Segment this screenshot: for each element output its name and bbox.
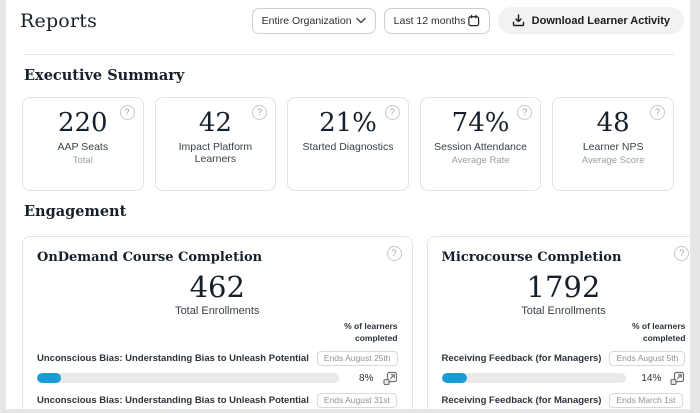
progress-track — [442, 373, 627, 383]
stat-sublabel: Total — [26, 155, 140, 166]
total-enrollments-label: Total Enrollments — [37, 305, 398, 317]
help-icon[interactable]: ? — [385, 105, 400, 120]
course-name: Receiving Feedback (for Managers) — [442, 353, 602, 364]
progress-fill — [442, 373, 468, 383]
course-name: Unconscious Bias: Understanding Bias to … — [37, 353, 309, 364]
stat-label: Learner NPS — [556, 141, 670, 153]
calendar-icon — [467, 14, 480, 27]
stat-card-impact-platform-learners: ? 42 Impact Platform Learners — [155, 97, 277, 191]
executive-summary-heading: Executive Summary — [24, 67, 672, 84]
page-header: Reports Entire Organization Last 12 mont… — [6, 0, 690, 34]
stat-sublabel — [291, 155, 405, 166]
stat-sublabel — [159, 167, 273, 178]
stat-label: Started Diagnostics — [291, 141, 405, 153]
course-name: Receiving Feedback (for Managers) — [442, 395, 602, 406]
stat-card-aap-seats: ? 220 AAP Seats Total — [22, 97, 144, 191]
course-row: Unconscious Bias: Understanding Bias to … — [37, 393, 398, 409]
screenshot-canvas: Reports Entire Organization Last 12 mont… — [0, 0, 700, 413]
course-row: Receiving Feedback (for Managers) Ends M… — [442, 393, 686, 409]
course-end-date-badge: Ends August 25th — [317, 351, 398, 366]
download-learner-activity-button[interactable]: Download Learner Activity — [498, 7, 684, 34]
total-enrollments-value: 462 — [37, 272, 398, 304]
stat-label: AAP Seats — [26, 141, 140, 153]
course-row: Receiving Feedback (for Managers) Ends A… — [442, 351, 686, 386]
stat-card-started-diagnostics: ? 21% Started Diagnostics — [287, 97, 409, 191]
ondemand-course-completion-card: ? OnDemand Course Completion 462 Total E… — [22, 236, 413, 409]
open-in-popup-icon[interactable] — [670, 371, 685, 386]
total-enrollments-label: Total Enrollments — [442, 305, 686, 317]
stat-card-learner-nps: ? 48 Learner NPS Average Score — [552, 97, 674, 191]
help-icon[interactable]: ? — [387, 246, 402, 261]
course-name: Unconscious Bias: Understanding Bias to … — [37, 395, 309, 406]
help-icon[interactable]: ? — [674, 246, 689, 261]
progress-percent: 8% — [348, 373, 374, 384]
open-in-popup-icon[interactable] — [383, 371, 398, 386]
organization-filter-dropdown[interactable]: Entire Organization — [252, 8, 376, 34]
download-button-label: Download Learner Activity — [532, 15, 670, 27]
header-divider — [24, 54, 674, 55]
engagement-heading: Engagement — [24, 203, 672, 220]
date-range-value: Last 12 months — [394, 15, 466, 27]
reports-page: Reports Entire Organization Last 12 mont… — [6, 0, 690, 409]
microcourse-completion-card: ? Microcourse Completion 1792 Total Enro… — [427, 236, 691, 409]
total-enrollments-value: 1792 — [442, 272, 686, 304]
course-row: Unconscious Bias: Understanding Bias to … — [37, 351, 398, 386]
stat-sublabel: Average Rate — [424, 155, 538, 166]
percent-completed-column-note: % of learners completed — [326, 321, 398, 343]
stat-label: Impact Platform Learners — [159, 141, 273, 165]
stat-sublabel: Average Score — [556, 155, 670, 166]
chevron-down-icon — [356, 17, 366, 24]
progress-percent: 14% — [635, 373, 661, 384]
help-icon[interactable]: ? — [650, 105, 665, 120]
page-title: Reports — [20, 10, 97, 32]
organization-filter-value: Entire Organization — [262, 15, 352, 27]
card-title: OnDemand Course Completion — [37, 250, 398, 265]
card-title: Microcourse Completion — [442, 250, 686, 265]
date-range-picker[interactable]: Last 12 months — [384, 8, 490, 34]
executive-summary-stats: ? 220 AAP Seats Total ? 42 Impact Platfo… — [22, 97, 674, 191]
stat-label: Session Attendance — [424, 141, 538, 153]
course-end-date-badge: Ends March 1st — [609, 393, 682, 408]
course-end-date-badge: Ends August 31st — [317, 393, 397, 408]
stat-card-session-attendance: ? 74% Session Attendance Average Rate — [420, 97, 542, 191]
percent-completed-column-note: % of learners completed — [613, 321, 685, 343]
header-controls: Entire Organization Last 12 months Downl… — [252, 7, 684, 34]
engagement-cards: ? OnDemand Course Completion 462 Total E… — [22, 236, 674, 409]
progress-track — [37, 373, 339, 383]
course-end-date-badge: Ends August 5th — [609, 351, 685, 366]
help-icon[interactable]: ? — [120, 105, 135, 120]
progress-fill — [37, 373, 61, 383]
download-icon — [512, 14, 525, 27]
